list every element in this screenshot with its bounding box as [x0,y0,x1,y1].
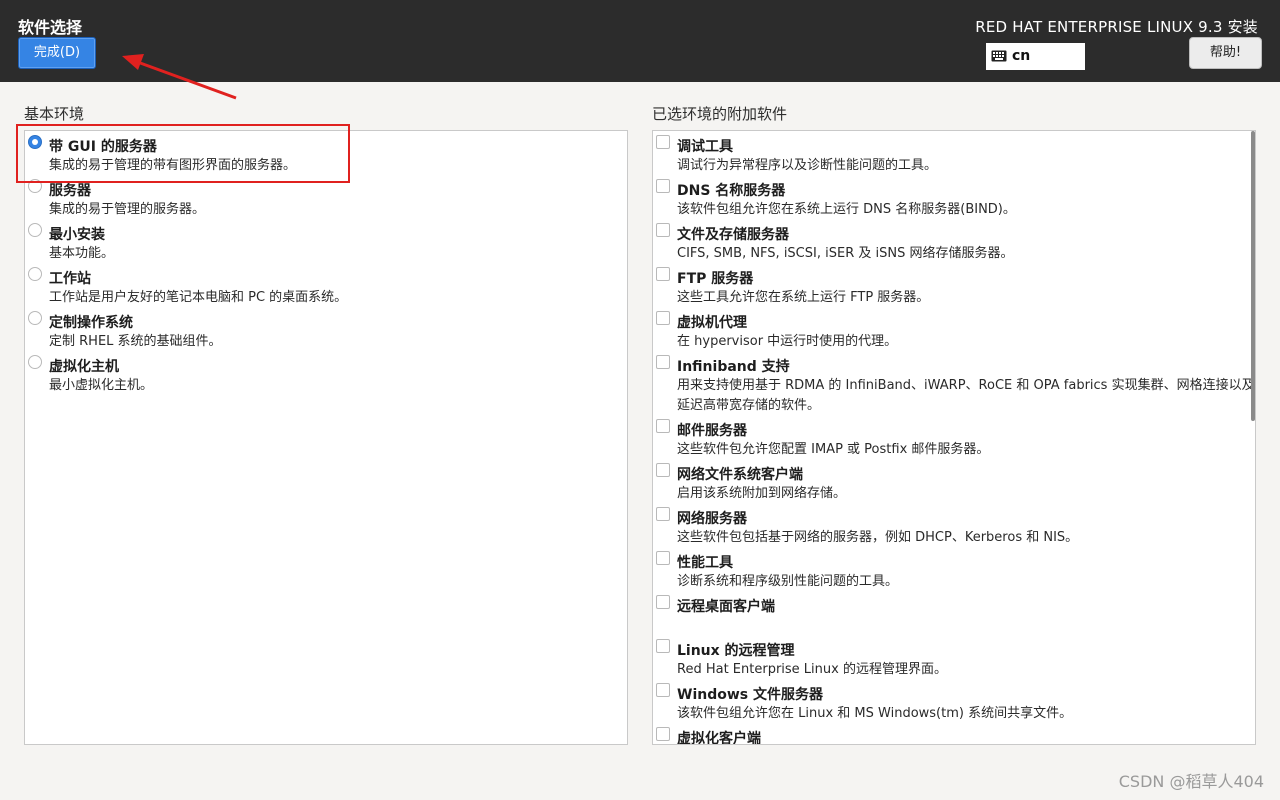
keyboard-layout-indicator[interactable]: cn [986,43,1085,70]
environment-title: 最小安装 [49,227,105,243]
addon-description: 启用该系统附加到网络存储。 [677,486,847,501]
addon-title: Linux 的远程管理 [677,643,795,659]
environment-title: 工作站 [49,271,91,287]
checkbox[interactable] [656,595,670,609]
checkbox[interactable] [656,355,670,369]
environment-description: 基本功能。 [49,246,115,261]
addon-title: 网络服务器 [677,511,747,527]
help-button[interactable]: 帮助! [1189,37,1262,69]
environment-title: 定制操作系统 [49,315,133,331]
addon-description: CIFS, SMB, NFS, iSCSI, iSER 及 iSNS 网络存储服… [677,246,1014,261]
addon-title: Windows 文件服务器 [677,687,823,703]
environment-description: 定制 RHEL 系统的基础组件。 [49,334,222,349]
addon-title: 虚拟化客户端 [677,731,761,745]
addon-title: FTP 服务器 [677,271,754,287]
addon-description-continued: 延迟高带宽存储的软件。 [677,398,821,413]
checkbox[interactable] [656,223,670,237]
checkbox[interactable] [656,551,670,565]
radio-button[interactable] [28,267,42,281]
addon-title: DNS 名称服务器 [677,183,786,199]
addon-description: 用来支持使用基于 RDMA 的 InfiniBand、iWARP、RoCE 和 … [677,378,1256,393]
watermark: CSDN @稻草人404 [1118,772,1264,791]
checkbox[interactable] [656,727,670,741]
checkbox[interactable] [656,135,670,149]
addon-title: 远程桌面客户端 [677,599,775,615]
addon-description: 在 hypervisor 中运行时使用的代理。 [677,334,898,349]
environment-description: 工作站是用户友好的笔记本电脑和 PC 的桌面系统。 [49,290,348,305]
addon-title: 文件及存储服务器 [677,227,789,243]
checkbox[interactable] [656,639,670,653]
base-environment-list: 带 GUI 的服务器 集成的易于管理的带有图形界面的服务器。 服务器 集成的易于… [24,130,628,745]
addon-title: Infiniband 支持 [677,359,790,375]
checkbox[interactable] [656,683,670,697]
addon-title: 性能工具 [677,555,733,571]
annotation-highlight-box [16,124,350,183]
addon-title: 调试工具 [677,139,733,155]
checkbox[interactable] [656,507,670,521]
environment-title: 服务器 [49,183,91,199]
addon-description: 这些软件包包括基于网络的服务器，例如 DHCP、Kerberos 和 NIS。 [677,530,1079,545]
environment-description: 最小虚拟化主机。 [49,378,154,393]
additional-software-heading: 已选环境的附加软件 [652,105,788,123]
page-title: 软件选择 [18,18,83,37]
done-button[interactable]: 完成(D) [18,37,96,69]
addon-title: 邮件服务器 [677,423,747,439]
checkbox[interactable] [656,311,670,325]
addon-description: 诊断系统和程序级别性能问题的工具。 [677,574,899,589]
radio-button[interactable] [28,223,42,237]
base-environment-heading: 基本环境 [24,105,85,123]
addon-description: 这些工具允许您在系统上运行 FTP 服务器。 [677,290,930,305]
environment-title: 虚拟化主机 [49,359,119,375]
keyboard-layout-label: cn [1012,48,1031,64]
annotation-arrow-icon [122,54,237,100]
addon-description: 调试行为异常程序以及诊断性能问题的工具。 [677,158,938,173]
scrollbar[interactable] [1251,131,1255,421]
addon-description: 该软件包组允许您在 Linux 和 MS Windows(tm) 系统间共享文件… [677,706,1073,721]
product-title: RED HAT ENTERPRISE LINUX 9.3 安装 [975,18,1258,36]
environment-description: 集成的易于管理的服务器。 [49,202,206,217]
checkbox[interactable] [656,267,670,281]
checkbox[interactable] [656,463,670,477]
radio-button[interactable] [28,355,42,369]
addon-title: 虚拟机代理 [677,315,747,331]
addon-description: Red Hat Enterprise Linux 的远程管理界面。 [677,662,947,677]
addon-title: 网络文件系统客户端 [677,467,803,483]
addon-description: 这些软件包允许您配置 IMAP 或 Postfix 邮件服务器。 [677,442,990,457]
checkbox[interactable] [656,179,670,193]
radio-button[interactable] [28,311,42,325]
addon-description: 该软件包组允许您在系统上运行 DNS 名称服务器(BIND)。 [677,202,1016,217]
additional-software-list: 调试工具 调试行为异常程序以及诊断性能问题的工具。 DNS 名称服务器 该软件包… [652,130,1256,745]
checkbox[interactable] [656,419,670,433]
keyboard-icon [991,50,1007,62]
